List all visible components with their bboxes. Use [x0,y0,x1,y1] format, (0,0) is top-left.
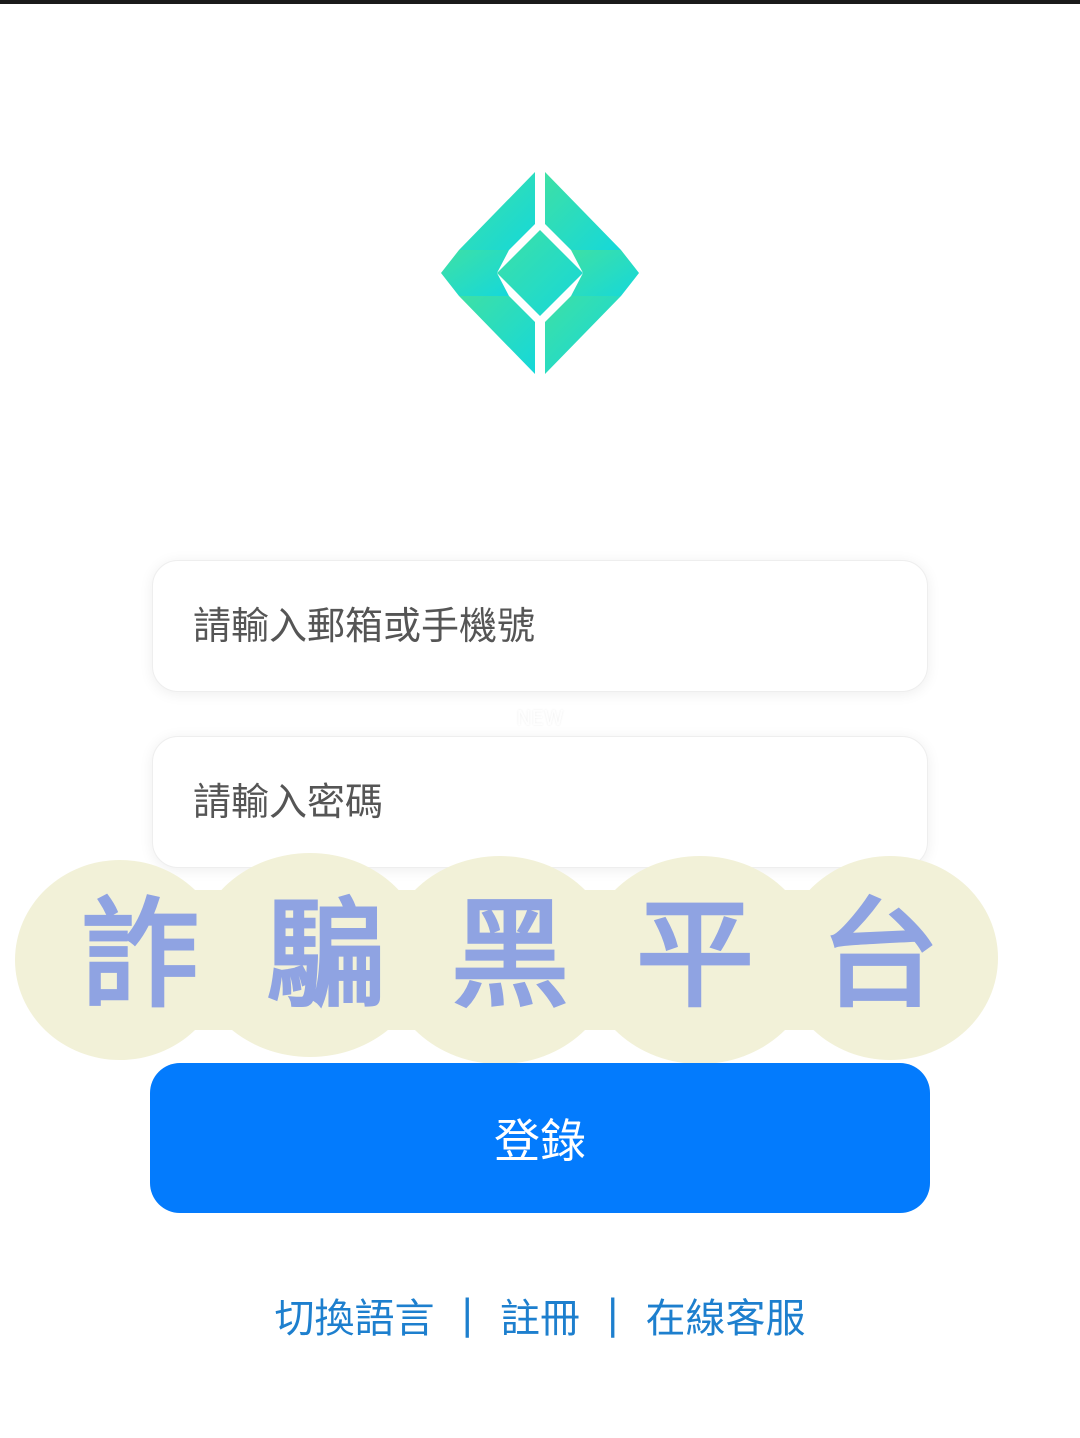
stamp-char-4: 平 [635,886,754,1024]
online-support-link[interactable]: 在線客服 [645,1286,805,1344]
register-link[interactable]: 註冊 [500,1286,580,1344]
stamp-char-1: 詐 [80,886,199,1024]
email-phone-field[interactable] [152,560,928,692]
top-divider [0,0,1080,4]
footer-separator: | [606,1292,620,1338]
login-button[interactable]: 登錄 [150,1063,930,1213]
stamp-char-2: 騙 [265,886,384,1024]
email-phone-input[interactable] [193,561,883,691]
password-input[interactable] [193,737,883,867]
stamp-char-5: 台 [820,886,939,1024]
diamond-logo-icon [435,168,645,378]
password-field[interactable] [152,736,928,868]
switch-language-link[interactable]: 切換語言 [275,1286,435,1344]
footer-separator: | [460,1292,474,1338]
warning-stamp-overlay: 詐 騙 黑 平 台 [10,850,1000,1065]
stamp-char-3: 黑 [450,886,569,1024]
small-watermark: NEW [516,706,564,730]
footer-links: 切換語言 | 註冊 | 在線客服 [0,1285,1080,1345]
